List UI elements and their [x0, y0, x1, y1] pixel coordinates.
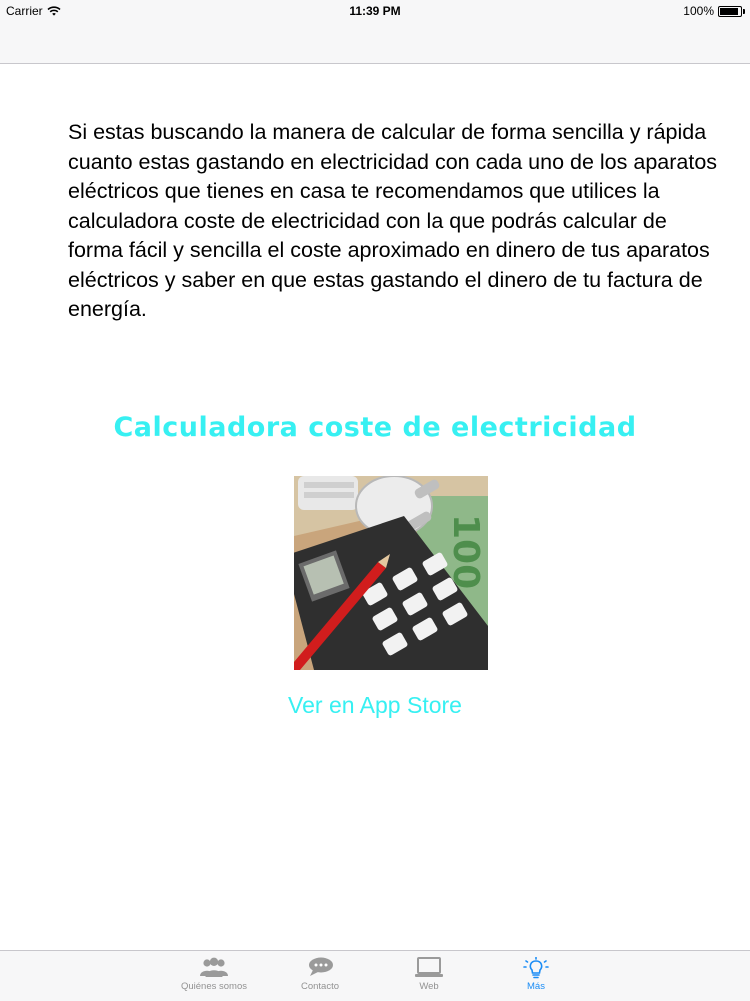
clock: 11:39 PM [349, 4, 401, 18]
app-store-link[interactable]: Ver en App Store [0, 692, 750, 719]
intro-paragraph: Si estas buscando la manera de calcular … [68, 120, 718, 321]
tab-label: Contacto [300, 981, 340, 992]
app-promo-title: Calculadora coste de electricidad [113, 412, 637, 443]
chat-bubbles-icon [309, 957, 333, 976]
people-icon [200, 957, 228, 977]
tab-bar: Quiénes somos Contacto Web Más [0, 950, 750, 1001]
tab-label: Más [527, 981, 545, 992]
tab-quienes-somos[interactable]: Quiénes somos [159, 951, 269, 1001]
tab-contacto[interactable]: Contacto [265, 951, 375, 1001]
tab-label: Web [419, 981, 439, 992]
status-bar: Carrier 11:39 PM 100% [0, 0, 750, 22]
tab-web[interactable]: Web [374, 951, 484, 1001]
app-promo-image[interactable]: 100 [294, 476, 488, 670]
tab-mas[interactable]: Más [481, 951, 591, 1001]
battery-indicator: 100% [683, 4, 745, 18]
battery-icon [718, 5, 745, 17]
navigation-bar [0, 22, 750, 64]
lightbulb-icon [523, 957, 549, 979]
laptop-icon [415, 957, 443, 977]
battery-fill [720, 7, 738, 15]
main-content: Si estas buscando la manera de calcular … [0, 64, 750, 950]
battery-percentage: 100% [683, 4, 714, 18]
tab-label: Quiénes somos [180, 981, 247, 992]
